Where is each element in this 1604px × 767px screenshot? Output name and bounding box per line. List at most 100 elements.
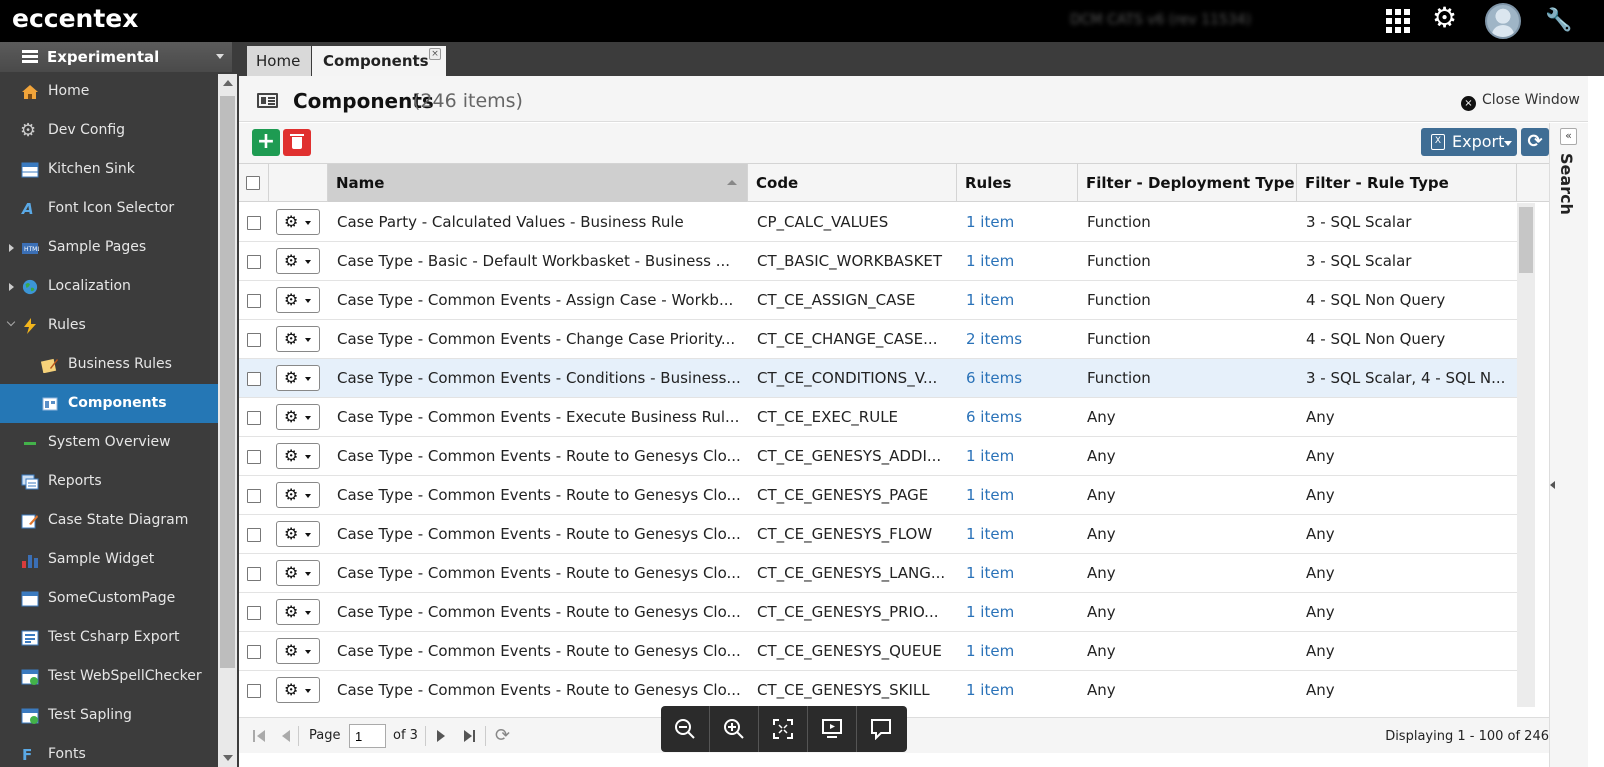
column-header-rule-type[interactable]: Filter - Rule Type [1297,164,1517,202]
row-actions-button[interactable]: ⚙ [276,638,320,664]
tab-home[interactable]: Home [247,46,311,76]
zoom-out-button[interactable] [661,706,710,752]
row-checkbox[interactable] [247,684,261,698]
sidebar-item-somecustompage[interactable]: SomeCustomPage [0,579,218,618]
row-actions-button[interactable]: ⚙ [276,287,320,313]
add-button[interactable]: + [252,129,280,156]
delete-button[interactable] [283,129,311,156]
cell-rules-link[interactable]: 1 item [966,603,1076,621]
table-row[interactable]: ⚙ Case Type - Common Events - Execute Bus… [239,398,1517,437]
table-row[interactable]: ⚙ Case Type - Common Events - Route to Ge… [239,632,1517,671]
table-row[interactable]: ⚙ Case Type - Common Events - Route to Ge… [239,593,1517,632]
row-actions-button[interactable]: ⚙ [276,248,320,274]
cell-rules-link[interactable]: 1 item [966,252,1076,270]
cell-rules-link[interactable]: 1 item [966,642,1076,660]
column-header-deployment-type[interactable]: Filter - Deployment Type [1078,164,1297,202]
sidebar-item-kitchen-sink[interactable]: Kitchen Sink [0,150,218,189]
cell-rules-link[interactable]: 1 item [966,291,1076,309]
apps-grid-icon[interactable] [1385,8,1411,34]
sidebar-item-business-rules[interactable]: Business Rules [0,345,218,384]
row-actions-button[interactable]: ⚙ [276,560,320,586]
search-panel-label[interactable]: Search [1550,153,1589,215]
fit-screen-button[interactable] [759,706,808,752]
cell-rules-link[interactable]: 1 item [966,564,1076,582]
sidebar-header[interactable]: Experimental [0,42,232,72]
close-window-button[interactable]: × Close Window [1461,92,1580,111]
sidebar-item-rules[interactable]: Rules [0,306,218,345]
table-row[interactable]: ⚙ Case Type - Common Events - Route to Ge… [239,437,1517,476]
sidebar-item-sample-pages[interactable]: HTML Sample Pages [0,228,218,267]
next-page-icon[interactable] [437,730,445,742]
row-checkbox[interactable] [247,528,261,542]
row-actions-button[interactable]: ⚙ [276,443,320,469]
scroll-up-icon[interactable] [223,80,233,86]
table-row[interactable]: ⚙ Case Type - Common Events - Route to Ge… [239,476,1517,515]
export-button[interactable]: X Export [1421,128,1517,156]
sidebar-item-system-overview[interactable]: System Overview [0,423,218,462]
sidebar-scrollbar[interactable] [218,74,237,767]
scrollbar-thumb[interactable] [220,96,235,668]
cell-rules-link[interactable]: 2 items [966,330,1076,348]
cell-rules-link[interactable]: 1 item [966,213,1076,231]
row-checkbox[interactable] [247,606,261,620]
row-checkbox[interactable] [247,216,261,230]
select-all-checkbox[interactable] [246,176,260,190]
row-actions-button[interactable]: ⚙ [276,482,320,508]
expand-search-icon[interactable]: « [1560,128,1577,145]
sidebar-item-font-icon-selector[interactable]: A Font Icon Selector [0,189,218,228]
row-checkbox[interactable] [247,333,261,347]
table-row[interactable]: ⚙ Case Type - Common Events - Route to Ge… [239,554,1517,593]
search-panel-collapsed[interactable]: « Search [1549,123,1588,767]
zoom-in-button[interactable] [710,706,759,752]
comment-button[interactable] [857,706,906,752]
row-checkbox[interactable] [247,489,261,503]
table-row[interactable]: ⚙ Case Type - Common Events - Assign Case… [239,281,1517,320]
expand-arrow-icon[interactable] [9,244,14,252]
table-row[interactable]: ⚙ Case Type - Common Events - Route to Ge… [239,671,1517,707]
row-checkbox[interactable] [247,372,261,386]
sidebar-item-sample-widget[interactable]: Sample Widget [0,540,218,579]
page-number-input[interactable] [349,724,386,748]
row-actions-button[interactable]: ⚙ [276,404,320,430]
cell-rules-link[interactable]: 1 item [966,681,1076,699]
sidebar-item-fonts[interactable]: F Fonts [0,735,218,767]
collapse-arrow-icon[interactable] [6,317,16,327]
table-row[interactable]: ⚙ Case Type - Common Events - Conditions … [239,359,1517,398]
refresh-icon[interactable]: ⟳ [495,725,510,746]
sidebar-item-test-webspellchecker[interactable]: Test WebSpellChecker [0,657,218,696]
table-row[interactable]: ⚙ Case Type - Common Events - Route to Ge… [239,515,1517,554]
user-avatar[interactable] [1485,3,1521,39]
cell-rules-link[interactable]: 1 item [966,525,1076,543]
column-header-rules[interactable]: Rules [957,164,1078,202]
row-actions-button[interactable]: ⚙ [276,326,320,352]
sidebar-item-home[interactable]: Home [0,72,218,111]
expand-arrow-icon[interactable] [9,283,14,291]
tab-close-icon[interactable]: × [429,48,441,60]
table-row[interactable]: ⚙ Case Type - Basic - Default Workbasket … [239,242,1517,281]
column-header-name[interactable]: Name [328,164,748,202]
collapse-arrow-icon[interactable] [1550,481,1555,489]
cell-rules-link[interactable]: 6 items [966,408,1076,426]
present-button[interactable] [808,706,857,752]
settings-gear-icon[interactable]: ⚙ [1432,4,1458,32]
table-row[interactable]: ⚙ Case Party - Calculated Values - Busine… [239,203,1517,242]
grid-scrollbar[interactable] [1517,203,1535,707]
row-actions-button[interactable]: ⚙ [276,599,320,625]
table-row[interactable]: ⚙ Case Type - Common Events - Change Case… [239,320,1517,359]
row-checkbox[interactable] [247,294,261,308]
last-page-icon[interactable] [464,730,475,742]
row-checkbox[interactable] [247,567,261,581]
previous-page-icon[interactable] [282,730,290,742]
row-checkbox[interactable] [247,645,261,659]
sidebar-item-reports[interactable]: Reports [0,462,218,501]
tab-components[interactable]: Components × [312,46,446,76]
first-page-icon[interactable] [253,730,265,742]
row-checkbox[interactable] [247,411,261,425]
column-header-code[interactable]: Code [748,164,957,202]
row-actions-button[interactable]: ⚙ [276,677,320,703]
row-actions-button[interactable]: ⚙ [276,365,320,391]
scrollbar-thumb[interactable] [1519,207,1533,273]
sidebar-item-test-csharp-export[interactable]: Test Csharp Export [0,618,218,657]
sidebar-item-dev-config[interactable]: ⚙ Dev Config [0,111,218,150]
sidebar-item-test-sapling[interactable]: Test Sapling [0,696,218,735]
